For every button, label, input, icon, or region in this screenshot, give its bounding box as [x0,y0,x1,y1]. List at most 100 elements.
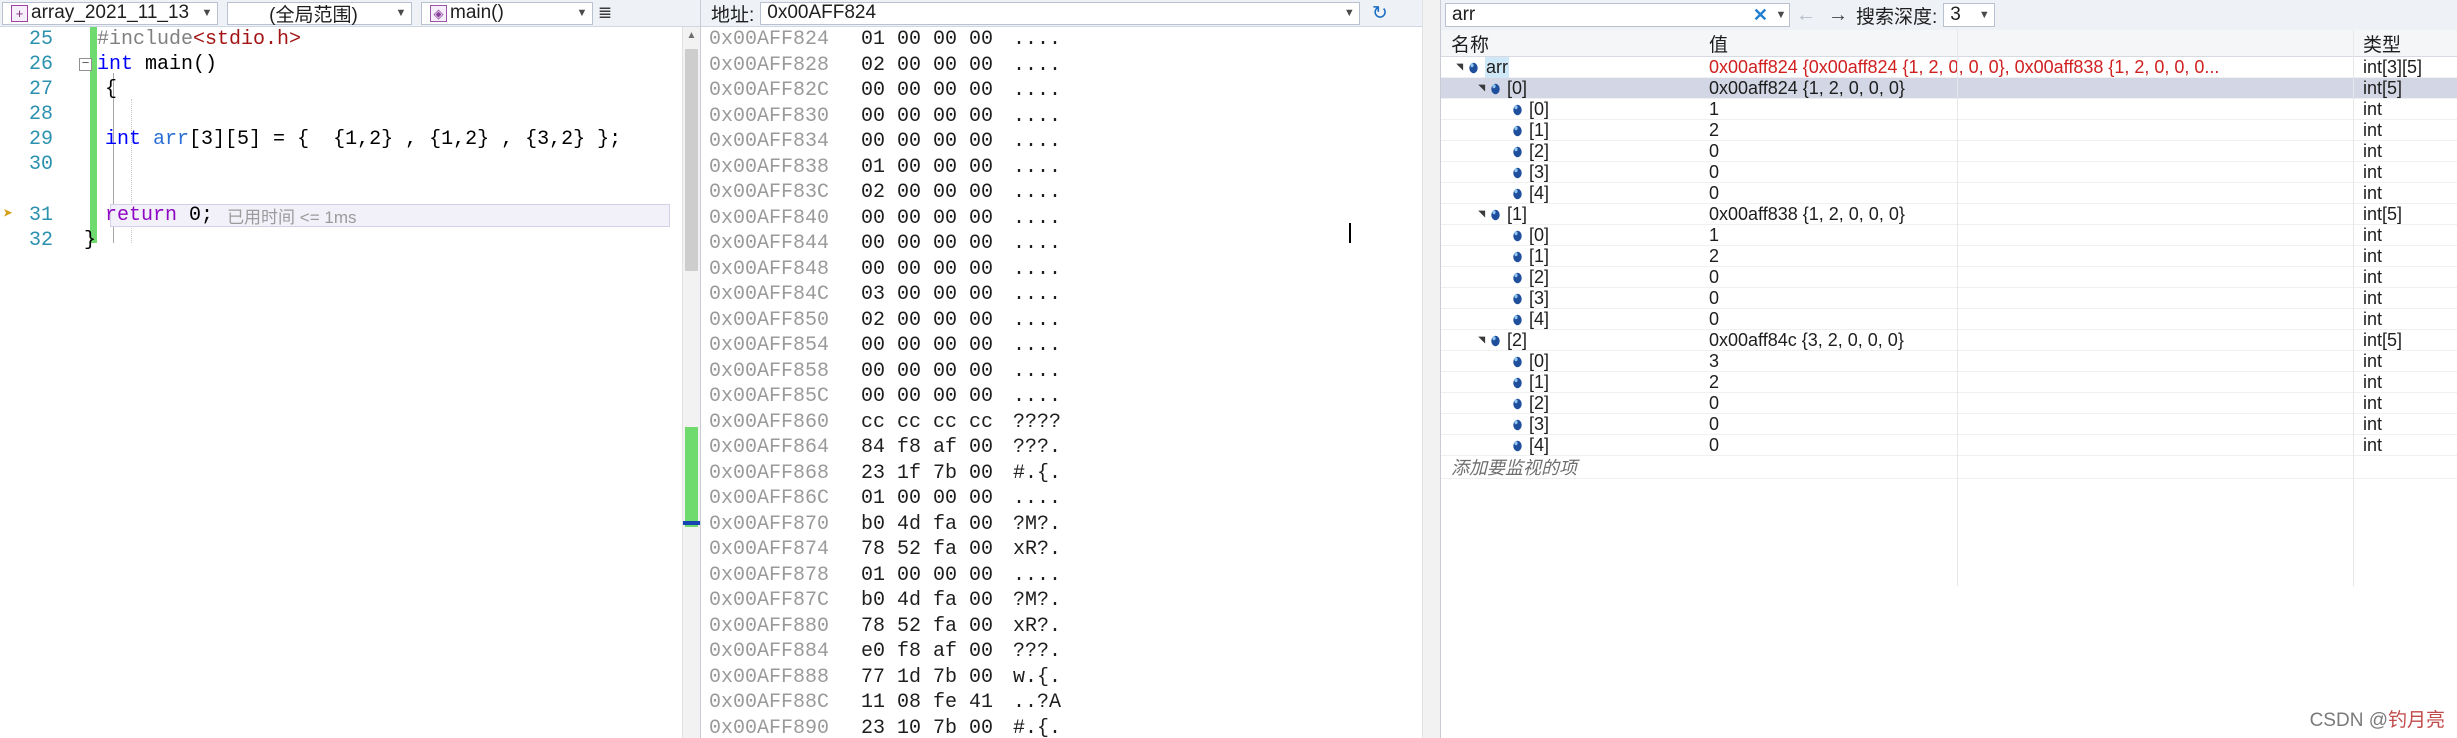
tree-expander-expanded-icon[interactable]: ◢ [1475,82,1487,94]
watch-value-cell[interactable]: 0 [1699,267,2353,288]
memory-dump-list[interactable]: 0x00AFF824 01 00 00 00.... 0x00AFF828 02 00… [701,27,1440,738]
memory-hex-cell[interactable]: 78 52 fa 00 [861,615,1013,638]
memory-hex-cell[interactable]: 77 1d 7b 00 [861,666,1013,689]
watch-value-cell[interactable]: 0 [1699,288,2353,309]
watch-name-cell[interactable]: [4] [1441,435,1699,456]
watch-name-cell[interactable]: [1] [1441,372,1699,393]
memory-address-input[interactable]: 0x00AFF824 ▼ [760,1,1361,25]
memory-hex-cell[interactable]: 00 00 00 00 [861,232,1013,255]
memory-hex-cell[interactable]: 01 00 00 00 [861,487,1013,510]
column-header-type[interactable]: 类型 [2353,30,2457,57]
watch-row[interactable]: ◢ [0] 0x00aff824 {1, 2, 0, 0, 0} int[5] [1441,78,2457,99]
watch-name-cell[interactable]: [2] [1441,141,1699,162]
memory-ascii-cell[interactable]: ???. [1013,640,1061,663]
watch-name-cell[interactable]: ◢ arr [1441,56,1699,78]
watch-value-cell[interactable]: 0x00aff824 {1, 2, 0, 0, 0} [1699,78,2353,99]
memory-hex-cell[interactable]: 01 00 00 00 [861,28,1013,51]
watch-row[interactable]: [4] 0 int [1441,183,2457,204]
watch-row[interactable]: [3] 0 int [1441,414,2457,435]
watch-value-cell[interactable]: 2 [1699,372,2353,393]
watch-name-cell[interactable]: ◢ [0] [1441,78,1699,99]
chevron-down-icon[interactable]: ▼ [393,7,409,19]
memory-ascii-cell[interactable]: .... [1013,258,1061,281]
watch-name-cell[interactable]: [3] [1441,162,1699,183]
memory-hex-cell[interactable]: 11 08 fe 41 [861,691,1013,714]
watch-row[interactable]: [3] 0 int [1441,288,2457,309]
memory-ascii-cell[interactable]: .... [1013,28,1061,51]
scroll-up-arrow-icon[interactable]: ▲ [683,27,700,44]
memory-row[interactable]: 0x00AFF88C 11 08 fe 41 ..?A [701,690,1440,716]
memory-ascii-cell[interactable]: .... [1013,79,1061,102]
memory-ascii-cell[interactable]: .... [1013,309,1061,332]
function-combo[interactable]: ◈ main() ▼ [421,1,593,25]
watch-value-cell[interactable]: 2 [1699,246,2353,267]
watch-value-cell[interactable]: 0 [1699,393,2353,414]
memory-hex-cell[interactable]: 00 00 00 00 [861,334,1013,357]
memory-ascii-cell[interactable]: .... [1013,283,1061,306]
memory-ascii-cell[interactable]: ???. [1013,436,1061,459]
memory-row[interactable]: 0x00AFF888 77 1d 7b 00 w.{. [701,665,1440,691]
memory-ascii-cell[interactable]: .... [1013,487,1061,510]
watch-value-cell[interactable]: 0x00aff838 {1, 2, 0, 0, 0} [1699,204,2353,225]
watch-value-cell[interactable]: 0x00aff824 {0x00aff824 {1, 2, 0, 0, 0}, … [1699,57,2353,78]
memory-ascii-cell[interactable]: .... [1013,360,1061,383]
memory-vertical-scrollbar[interactable] [1422,0,1440,738]
memory-hex-cell[interactable]: 01 00 00 00 [861,156,1013,179]
watch-value-cell[interactable]: 0 [1699,435,2353,456]
memory-row[interactable]: 0x00AFF844 00 00 00 00.... [701,231,1440,257]
watch-value-cell[interactable]: 0 [1699,309,2353,330]
watch-name-cell[interactable]: ◢ [2] [1441,330,1699,351]
editor-scroll-thumb[interactable] [685,49,698,271]
memory-hex-cell[interactable]: 23 10 7b 00 [861,717,1013,738]
watch-value-cell[interactable]: 0 [1699,183,2353,204]
watch-name-cell[interactable]: ◢ [1] [1441,204,1699,225]
memory-hex-cell[interactable]: 78 52 fa 00 [861,538,1013,561]
add-watch-item-row[interactable]: 添加要监视的项 [1441,456,2457,479]
memory-ascii-cell[interactable]: ???? [1013,411,1061,434]
memory-row[interactable]: 0x00AFF864 84 f8 af 00???. [701,435,1440,461]
watch-row[interactable]: ◢ [1] 0x00aff838 {1, 2, 0, 0, 0} int[5] [1441,204,2457,225]
memory-ascii-cell[interactable]: .... [1013,232,1061,255]
watch-row[interactable]: ◢ arr 0x00aff824 {0x00aff824 {1, 2, 0, 0, … [1441,56,2457,78]
memory-hex-cell[interactable]: 00 00 00 00 [861,79,1013,102]
memory-row[interactable]: 0x00AFF84C 03 00 00 00.... [701,282,1440,308]
memory-row[interactable]: 0x00AFF830 00 00 00 00.... [701,104,1440,130]
memory-hex-cell[interactable]: cc cc cc cc [861,411,1013,434]
watch-name-cell[interactable]: [3] [1441,414,1699,435]
code-text-area[interactable]: 25 #include<stdio.h> 26 − int main() 27 … [0,27,700,738]
memory-row[interactable]: 0x00AFF860 cc cc cc cc???? [701,410,1440,436]
memory-row[interactable]: 0x00AFF858 00 00 00 00.... [701,359,1440,385]
clear-icon[interactable]: ✕ [1748,5,1773,26]
tree-expander-expanded-icon[interactable]: ◢ [1453,61,1465,73]
tree-expander-expanded-icon[interactable]: ◢ [1475,334,1487,346]
memory-hex-cell[interactable]: 00 00 00 00 [861,130,1013,153]
watch-value-cell[interactable]: 2 [1699,120,2353,141]
memory-ascii-cell[interactable]: .... [1013,385,1061,408]
watch-row[interactable]: [3] 0 int [1441,162,2457,183]
editor-vertical-scrollbar[interactable]: ▲ [682,27,700,738]
memory-ascii-cell[interactable]: .... [1013,564,1061,587]
memory-hex-cell[interactable]: 00 00 00 00 [861,360,1013,383]
memory-ascii-cell[interactable]: .... [1013,105,1061,128]
chevron-down-icon[interactable]: ▼ [1976,9,1992,21]
chevron-down-icon[interactable]: ▼ [1341,7,1357,19]
memory-ascii-cell[interactable]: .... [1013,156,1061,179]
memory-hex-cell[interactable]: 01 00 00 00 [861,564,1013,587]
memory-row[interactable]: 0x00AFF834 00 00 00 00.... [701,129,1440,155]
memory-hex-cell[interactable]: 00 00 00 00 [861,258,1013,281]
watch-name-cell[interactable]: [0] [1441,351,1699,372]
memory-hex-cell[interactable]: b0 4d fa 00 [861,513,1013,536]
memory-row[interactable]: 0x00AFF884 e0 f8 af 00???. [701,639,1440,665]
watch-value-cell[interactable]: 1 [1699,99,2353,120]
back-arrow-icon[interactable]: ← [1790,4,1822,27]
memory-hex-cell[interactable]: 00 00 00 00 [861,385,1013,408]
memory-ascii-cell[interactable]: .... [1013,54,1061,77]
watch-name-cell[interactable]: [2] [1441,267,1699,288]
watch-row[interactable]: [1] 2 int [1441,246,2457,267]
watch-row[interactable]: [4] 0 int [1441,309,2457,330]
memory-row[interactable]: 0x00AFF838 01 00 00 00.... [701,155,1440,181]
memory-row[interactable]: 0x00AFF848 00 00 00 00.... [701,257,1440,283]
watch-row[interactable]: [1] 2 int [1441,120,2457,141]
watch-value-cell[interactable]: 0 [1699,414,2353,435]
memory-row[interactable]: 0x00AFF824 01 00 00 00.... [701,27,1440,53]
